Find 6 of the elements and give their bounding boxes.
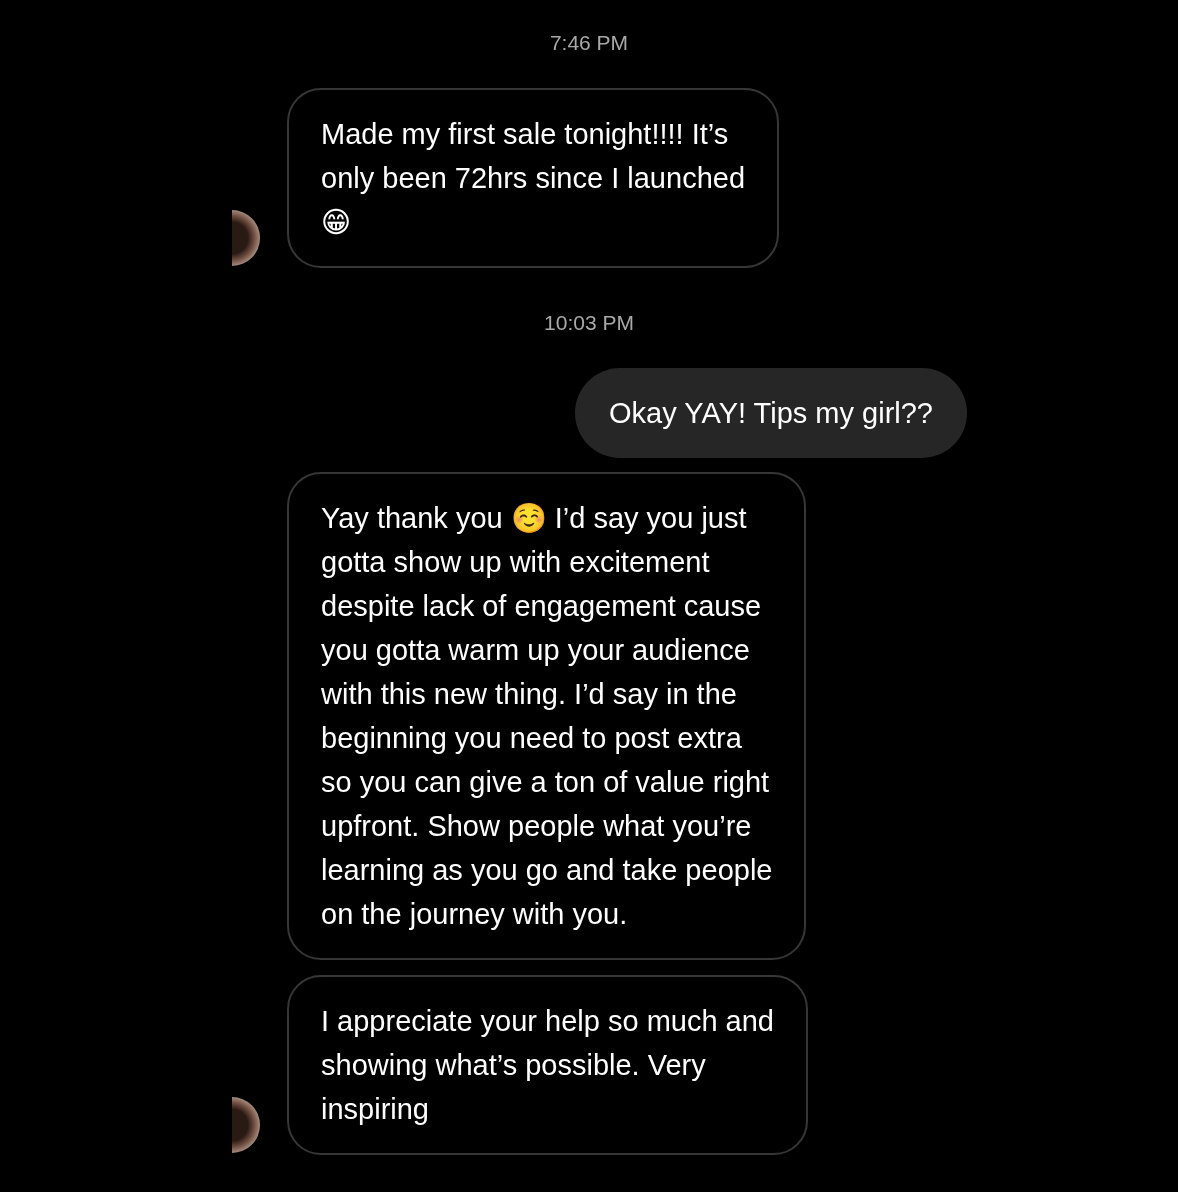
received-message: I appreciate your help so much and showing what’s possible. Very inspiring — [287, 975, 808, 1155]
sent-message: Okay YAY! Tips my girl?? — [575, 368, 967, 458]
timestamp: 7:46 PM — [549, 31, 629, 55]
timestamp: 10:03 PM — [544, 311, 634, 335]
received-message: Yay thank you ☺ I’d say you just gotta show up with excitement despite lack of engagement cause you gotta warm up your audience with this new thing. I’d say in the beginning you need to post extra so you can give a ton of value right upfront. Show people what you’re learning as you go and take people on the journey with you. — [287, 472, 807, 960]
received-message: Made my first sale tonight!!!! It’s only been 72hrs since I launched 😁 — [287, 88, 779, 268]
